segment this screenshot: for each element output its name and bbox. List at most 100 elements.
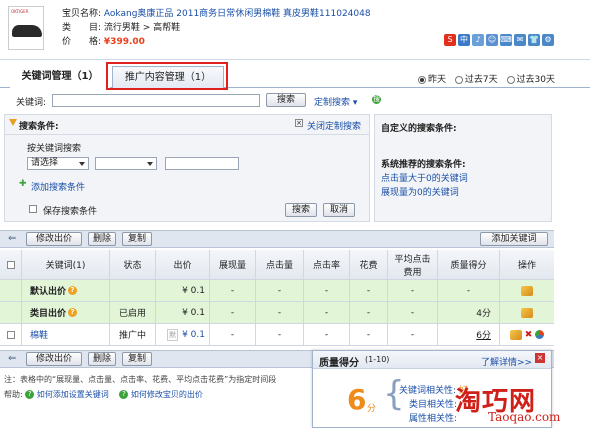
conditions-search-button[interactable]: 搜索: [285, 203, 317, 217]
copy-button-bottom[interactable]: 复制: [122, 352, 152, 366]
row-impressions: -: [210, 302, 256, 323]
popup-score-unit: 分: [367, 404, 377, 414]
arrow-icon: ⇐: [8, 233, 17, 244]
row-quality-link[interactable]: 6分: [476, 328, 491, 341]
popup-rel-keyword: 关键词相关性:: [399, 386, 457, 396]
row-checkbox[interactable]: [6, 330, 15, 339]
help-link-bid[interactable]: 如何修改宝贝的出价: [131, 390, 203, 399]
row-bid: ¥ 0.1: [156, 302, 210, 323]
arrow-icon: ⇐: [8, 353, 17, 364]
row-bid: ¥ 0.1: [156, 280, 210, 301]
close-icon[interactable]: ×: [535, 353, 545, 363]
report-icon[interactable]: [535, 330, 545, 339]
modify-bid-button-bottom[interactable]: 修改出价: [26, 352, 82, 366]
row-bid[interactable]: ¥ 0.1: [182, 330, 205, 340]
col-bid[interactable]: 出价: [156, 250, 210, 279]
condition-select-2[interactable]: [95, 157, 157, 170]
col-cost[interactable]: 花费: [350, 250, 388, 279]
row-impressions: -: [210, 324, 256, 345]
delete-icon[interactable]: ✖: [525, 330, 533, 340]
row-clicks: -: [256, 324, 304, 345]
col-quality[interactable]: 质量得分: [438, 250, 500, 279]
question-icon[interactable]: ?: [68, 286, 78, 295]
music-icon[interactable]: ♪: [472, 34, 484, 46]
watermark-url: Taoqao.com: [488, 410, 561, 424]
save-condition-checkbox[interactable]: [29, 205, 37, 213]
help-icon-1: ?: [25, 390, 35, 399]
ime-toolbar: S 中 ♪ ☺ ⌨ ✉ 👕 ⚙: [444, 34, 588, 49]
row-clicks: -: [256, 280, 304, 301]
conditions-header: 搜索条件: × 关闭定制搜索: [5, 115, 369, 135]
help-icon-2: ?: [119, 390, 129, 399]
period-yesterday[interactable]: 昨天: [418, 75, 446, 85]
help-icon[interactable]: 搜: [372, 95, 381, 104]
search-button[interactable]: 搜索: [266, 93, 306, 107]
mail-icon[interactable]: ✉: [514, 34, 526, 46]
price-label: 价 格:: [62, 37, 102, 47]
row-avg-cost: -: [388, 324, 438, 345]
shoe-image: [12, 25, 42, 37]
help-row: 帮助: ? 如何添加设置关键词 ? 如何修改宝贝的出价: [4, 389, 203, 400]
delete-button-bottom[interactable]: 删除: [88, 352, 116, 366]
row-quality: 4分: [438, 302, 500, 323]
modify-bid-button[interactable]: 修改出价: [26, 232, 82, 246]
popup-detail-link[interactable]: 了解详情>>: [481, 355, 532, 368]
keyboard-icon[interactable]: ⌨: [500, 34, 512, 46]
keyword-label: 关键词:: [16, 98, 47, 108]
keyword-input[interactable]: [52, 94, 260, 107]
row-keyword-link[interactable]: 棉鞋: [30, 328, 48, 341]
sogou-icon[interactable]: S: [444, 34, 456, 46]
col-avg-cost[interactable]: 平均点击费用: [388, 250, 438, 279]
product-thumbnail[interactable]: OKTIGER: [8, 6, 44, 50]
help-label: 帮助:: [4, 390, 23, 399]
default-bid-tag: 默: [167, 328, 179, 341]
period-7days[interactable]: 过去7天: [454, 75, 498, 85]
chinese-mode-icon[interactable]: 中: [458, 34, 470, 46]
product-name-link[interactable]: Aokang奥康正品 2011商务日常休闲男棉鞋 真皮男鞋111024048: [104, 9, 371, 19]
row-status: [110, 280, 156, 301]
custom-search-link[interactable]: 定制搜索 ▾: [314, 95, 357, 108]
row-avg-cost: -: [388, 280, 438, 301]
system-link-zero-impressions[interactable]: 展现量为0的关键词: [381, 185, 459, 198]
product-name-label: 宝贝名称:: [62, 9, 102, 19]
keyword-search-row: 关键词: 搜索 定制搜索 ▾ 搜: [0, 92, 590, 110]
row-status: 已启用: [110, 302, 156, 323]
action-bar-top: ⇐ 修改出价 删除 复制 添加关键词: [0, 230, 554, 248]
search-conditions-panel: 搜索条件: × 关闭定制搜索 按关键词搜索 请选择 ✚ 添加搜索条件 保存搜索条…: [4, 114, 370, 222]
filter-icon: [9, 119, 17, 126]
col-keyword[interactable]: 关键词(1): [22, 250, 110, 279]
conditions-cancel-button[interactable]: 取消: [323, 203, 355, 217]
help-link-keywords[interactable]: 如何添加设置关键词: [37, 390, 109, 399]
emoji-icon[interactable]: ☺: [486, 34, 498, 46]
add-keyword-button[interactable]: 添加关键词: [480, 232, 548, 246]
product-price-line: 价 格: ¥399.00: [62, 34, 145, 47]
col-clicks[interactable]: 点击量: [256, 250, 304, 279]
period-selector: 昨天 过去7天 过去30天: [418, 72, 555, 85]
table-row: 默认出价? ¥ 0.1 - - - - - -: [0, 280, 554, 302]
system-link-clicks[interactable]: 点击量大于0的关键词: [381, 171, 468, 184]
copy-button[interactable]: 复制: [122, 232, 152, 246]
row-avg-cost: -: [388, 302, 438, 323]
skin-icon[interactable]: 👕: [528, 34, 540, 46]
select-all-checkbox[interactable]: [6, 260, 15, 269]
thumb-brand: OKTIGER: [11, 9, 29, 14]
edit-icon[interactable]: [521, 307, 533, 318]
close-custom-search-link[interactable]: 关闭定制搜索: [307, 119, 361, 132]
col-impressions[interactable]: 展现量: [210, 250, 256, 279]
col-ctr[interactable]: 点击率: [304, 250, 350, 279]
condition-value-input[interactable]: [165, 157, 239, 170]
question-icon[interactable]: ?: [68, 308, 78, 317]
row-cost: -: [350, 324, 388, 345]
tab-keyword-management[interactable]: 关键词管理（1）: [10, 66, 110, 88]
add-icon: ✚: [19, 179, 27, 189]
by-keyword-label: 按关键词搜索: [27, 144, 82, 154]
period-30days[interactable]: 过去30天: [506, 75, 555, 85]
condition-select-1[interactable]: 请选择: [27, 157, 89, 170]
settings-icon[interactable]: ⚙: [542, 34, 554, 46]
row-ctr: -: [304, 280, 350, 301]
edit-icon[interactable]: [521, 285, 533, 296]
delete-button[interactable]: 删除: [88, 232, 116, 246]
add-condition-link[interactable]: 添加搜索条件: [31, 180, 85, 193]
edit-icon[interactable]: [509, 329, 522, 340]
col-status: 状态: [110, 250, 156, 279]
